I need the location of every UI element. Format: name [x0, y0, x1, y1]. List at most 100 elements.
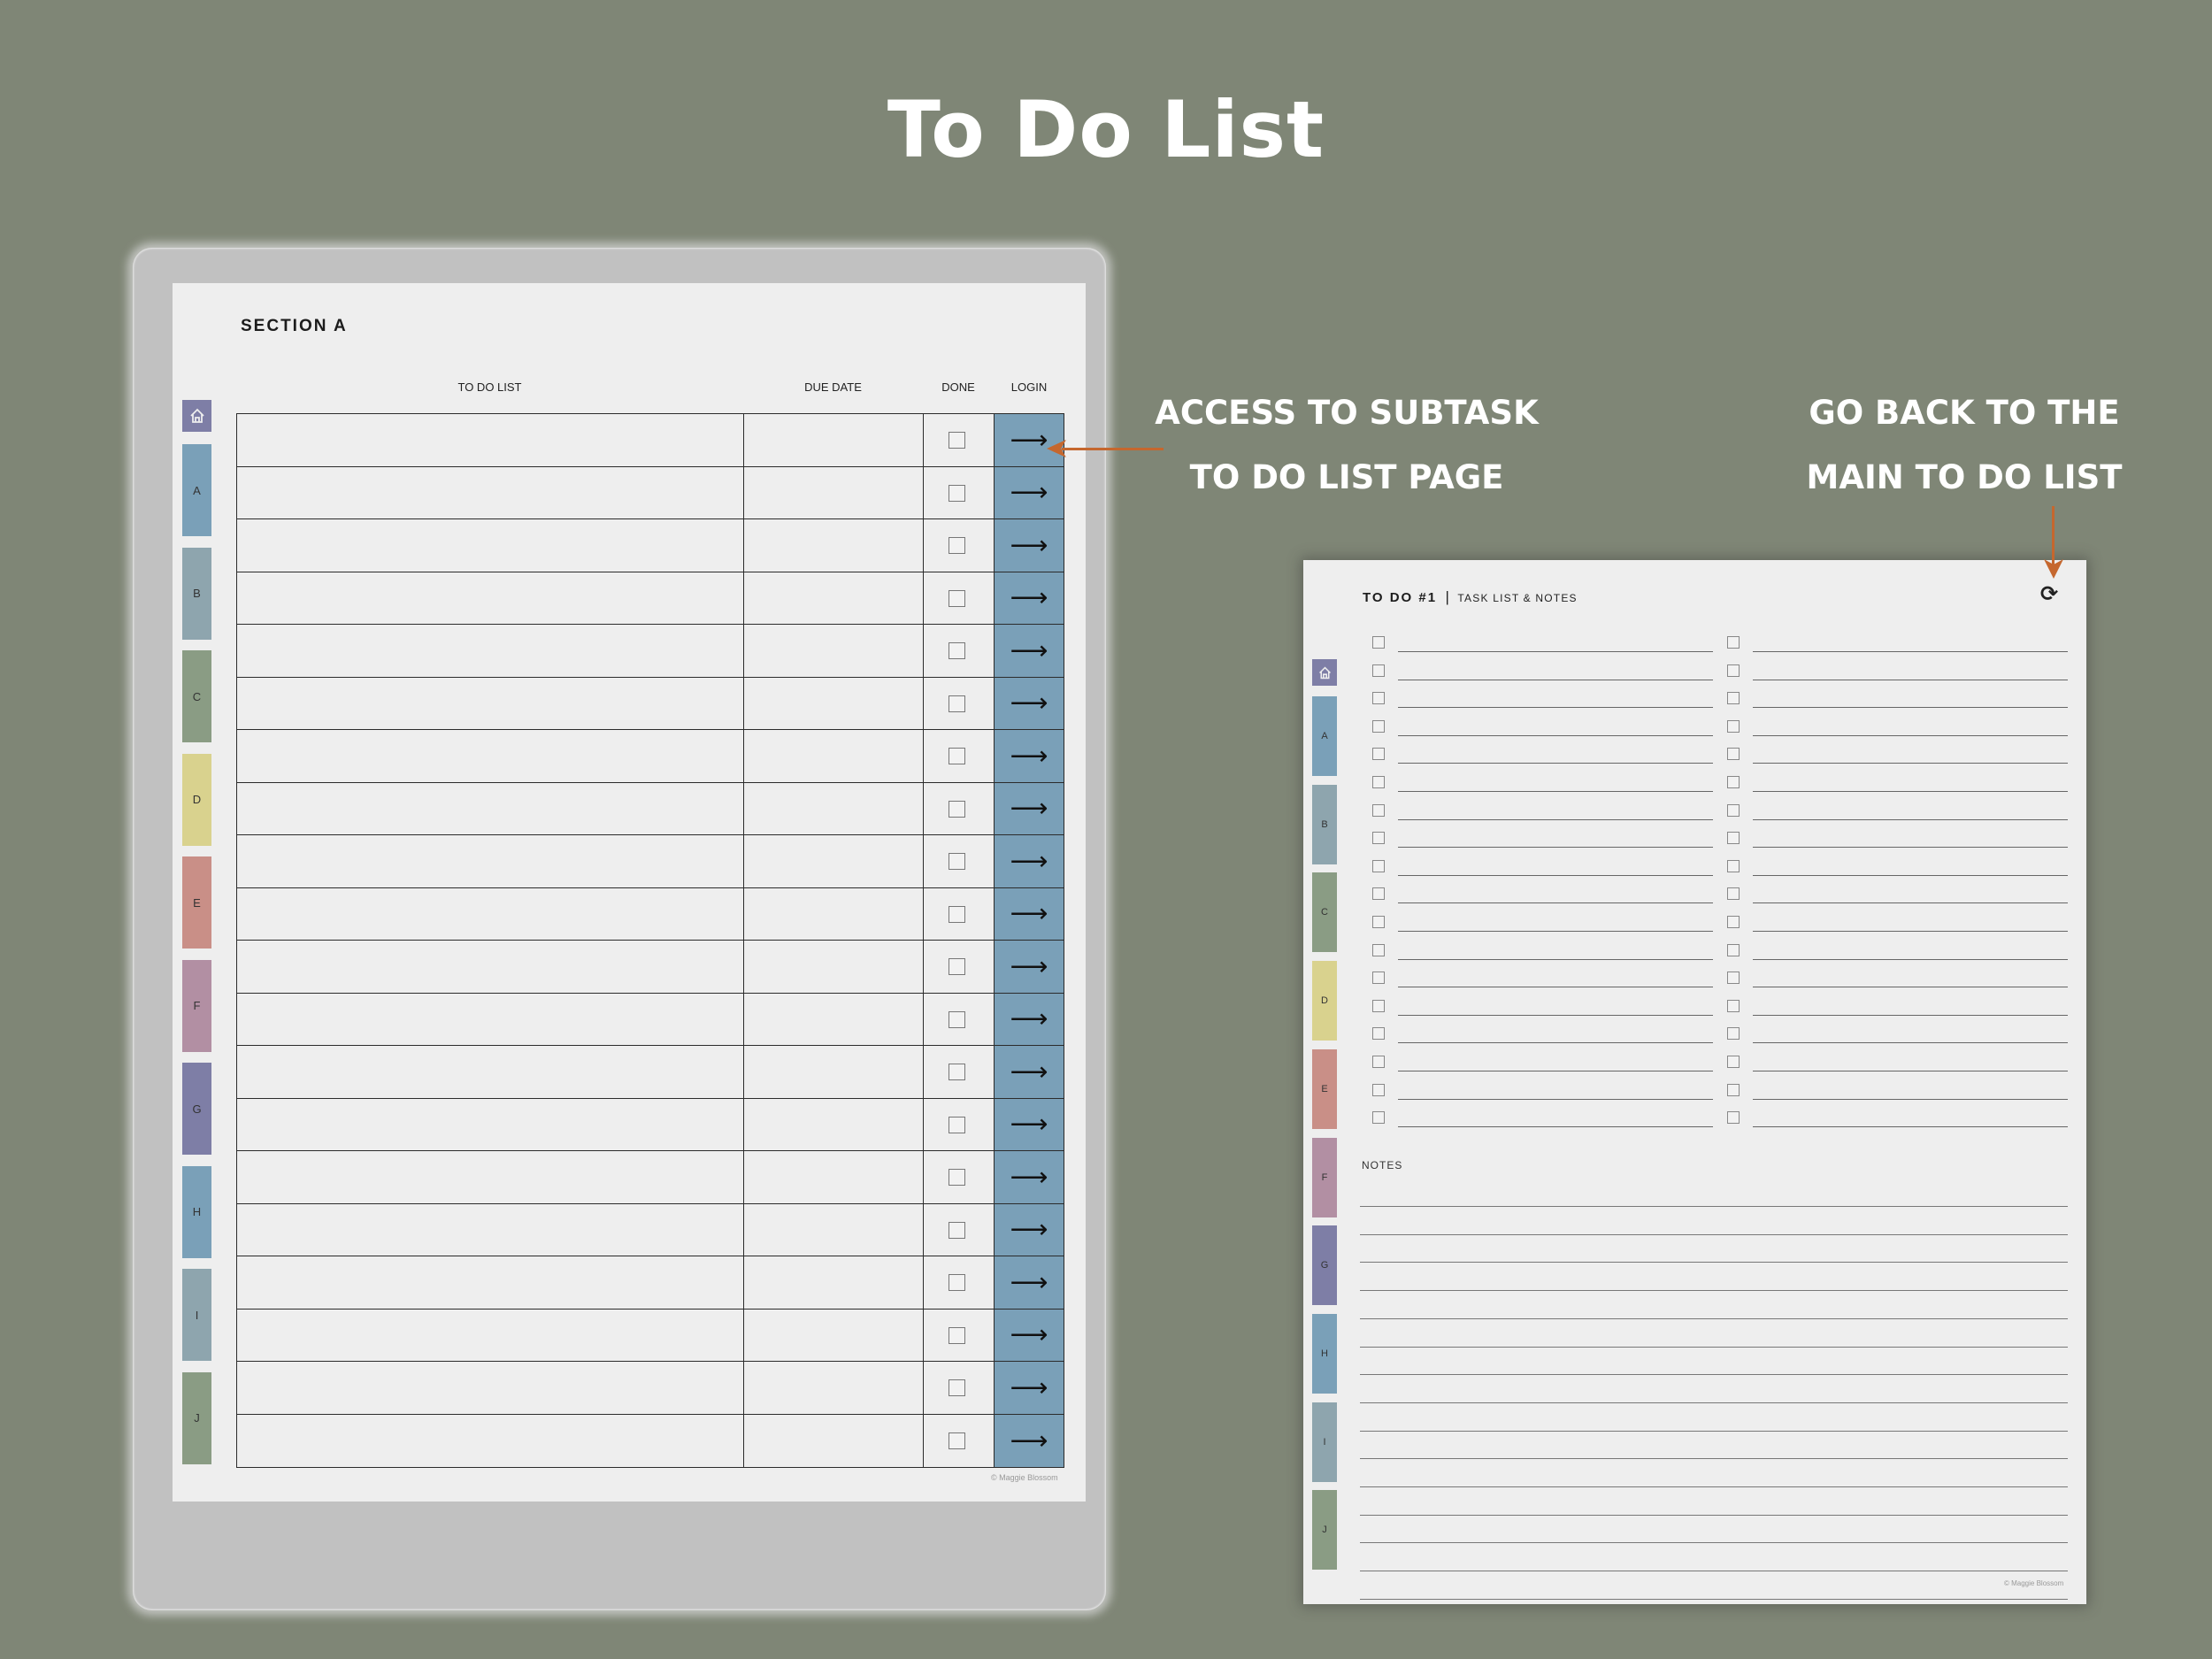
subtask-checkbox[interactable] — [1372, 943, 1385, 956]
task-cell[interactable] — [236, 941, 743, 993]
login-link-button[interactable]: ⟶ — [994, 1151, 1064, 1203]
tab-d[interactable]: D — [1312, 961, 1337, 1041]
task-cell[interactable] — [236, 835, 743, 887]
due-date-cell[interactable] — [743, 677, 923, 729]
notes-line[interactable] — [1360, 1262, 2068, 1263]
notes-line[interactable] — [1360, 1206, 2068, 1207]
task-cell[interactable] — [236, 887, 743, 940]
tab-i[interactable]: I — [182, 1269, 211, 1361]
due-date-cell[interactable] — [743, 1046, 923, 1098]
subtask-checkbox[interactable] — [1372, 776, 1385, 788]
tab-h[interactable]: H — [1312, 1313, 1337, 1394]
done-checkbox[interactable] — [949, 853, 965, 870]
subtask-line[interactable] — [1753, 791, 2068, 792]
done-checkbox[interactable] — [949, 589, 965, 607]
done-checkbox[interactable] — [949, 1116, 965, 1133]
due-date-cell[interactable] — [743, 1362, 923, 1414]
login-link-button[interactable]: ⟶ — [994, 1362, 1064, 1414]
subtask-checkbox[interactable] — [1727, 1056, 1740, 1068]
tab-g[interactable]: G — [182, 1063, 211, 1155]
due-date-cell[interactable] — [743, 1151, 923, 1203]
tab-c[interactable]: C — [1312, 872, 1337, 953]
task-cell[interactable] — [236, 1151, 743, 1203]
subtask-line[interactable] — [1398, 791, 1713, 792]
done-checkbox[interactable] — [949, 484, 965, 502]
notes-line[interactable] — [1360, 1598, 2068, 1600]
login-link-button[interactable]: ⟶ — [994, 835, 1064, 887]
done-checkbox[interactable] — [949, 1432, 965, 1449]
subtask-line[interactable] — [1398, 1042, 1713, 1044]
notes-line[interactable] — [1360, 1486, 2068, 1487]
subtask-line[interactable] — [1753, 763, 2068, 764]
subtask-checkbox[interactable] — [1372, 748, 1385, 761]
subtask-checkbox[interactable] — [1727, 887, 1740, 901]
subtask-line[interactable] — [1753, 931, 2068, 932]
subtask-line[interactable] — [1753, 874, 2068, 876]
tab-i[interactable]: I — [1312, 1402, 1337, 1482]
subtask-line[interactable] — [1753, 1014, 2068, 1016]
subtask-checkbox[interactable] — [1372, 636, 1385, 649]
login-link-button[interactable]: ⟶ — [994, 993, 1064, 1045]
login-link-button[interactable]: ⟶ — [994, 1046, 1064, 1098]
task-cell[interactable] — [236, 677, 743, 729]
subtask-checkbox[interactable] — [1372, 1056, 1385, 1068]
tab-b[interactable]: B — [182, 547, 211, 640]
login-link-button[interactable]: ⟶ — [994, 519, 1064, 572]
notes-line[interactable] — [1360, 1290, 2068, 1292]
task-cell[interactable] — [236, 1046, 743, 1098]
tab-b[interactable]: B — [1312, 784, 1337, 864]
subtask-checkbox[interactable] — [1727, 748, 1740, 761]
login-link-button[interactable]: ⟶ — [994, 1203, 1064, 1256]
subtask-line[interactable] — [1753, 651, 2068, 652]
subtask-checkbox[interactable] — [1727, 692, 1740, 705]
subtask-line[interactable] — [1398, 734, 1713, 736]
subtask-checkbox[interactable] — [1727, 916, 1740, 928]
subtask-line[interactable] — [1398, 763, 1713, 764]
login-link-button[interactable]: ⟶ — [994, 466, 1064, 518]
subtask-checkbox[interactable] — [1372, 719, 1385, 733]
subtask-checkbox[interactable] — [1372, 916, 1385, 928]
notes-line[interactable] — [1360, 1430, 2068, 1432]
due-date-cell[interactable] — [743, 1098, 923, 1150]
done-checkbox[interactable] — [949, 958, 965, 975]
subtask-checkbox[interactable] — [1727, 832, 1740, 845]
notes-line[interactable] — [1360, 1233, 2068, 1235]
subtask-line[interactable] — [1753, 1098, 2068, 1100]
due-date-cell[interactable] — [743, 519, 923, 572]
due-date-cell[interactable] — [743, 1256, 923, 1309]
subtask-line[interactable] — [1398, 1098, 1713, 1100]
tab-j[interactable]: J — [182, 1371, 211, 1464]
login-link-button[interactable]: ⟶ — [994, 782, 1064, 834]
subtask-checkbox[interactable] — [1727, 943, 1740, 956]
login-link-button[interactable]: ⟶ — [994, 1309, 1064, 1361]
due-date-cell[interactable] — [743, 941, 923, 993]
subtask-checkbox[interactable] — [1372, 692, 1385, 705]
task-cell[interactable] — [236, 414, 743, 466]
login-link-button[interactable]: ⟶ — [994, 572, 1064, 624]
subtask-checkbox[interactable] — [1372, 999, 1385, 1012]
subtask-line[interactable] — [1398, 847, 1713, 849]
subtask-line[interactable] — [1753, 707, 2068, 709]
notes-line[interactable] — [1360, 1346, 2068, 1348]
login-link-button[interactable]: ⟶ — [994, 677, 1064, 729]
due-date-cell[interactable] — [743, 466, 923, 518]
tab-c[interactable]: C — [182, 650, 211, 742]
subtask-checkbox[interactable] — [1372, 1083, 1385, 1096]
subtask-checkbox[interactable] — [1372, 972, 1385, 985]
tab-e[interactable]: E — [182, 856, 211, 949]
task-cell[interactable] — [236, 1203, 743, 1256]
subtask-checkbox[interactable] — [1727, 1027, 1740, 1041]
tab-d[interactable]: D — [182, 753, 211, 846]
subtask-line[interactable] — [1753, 818, 2068, 820]
login-link-button[interactable]: ⟶ — [994, 941, 1064, 993]
subtask-checkbox[interactable] — [1727, 972, 1740, 985]
subtask-line[interactable] — [1398, 818, 1713, 820]
task-cell[interactable] — [236, 519, 743, 572]
login-link-button[interactable]: ⟶ — [994, 625, 1064, 677]
login-link-button[interactable]: ⟶ — [994, 730, 1064, 782]
subtask-checkbox[interactable] — [1727, 803, 1740, 817]
subtask-checkbox[interactable] — [1372, 1111, 1385, 1125]
done-checkbox[interactable] — [949, 1010, 965, 1028]
subtask-line[interactable] — [1398, 874, 1713, 876]
tab-a[interactable]: A — [1312, 696, 1337, 776]
